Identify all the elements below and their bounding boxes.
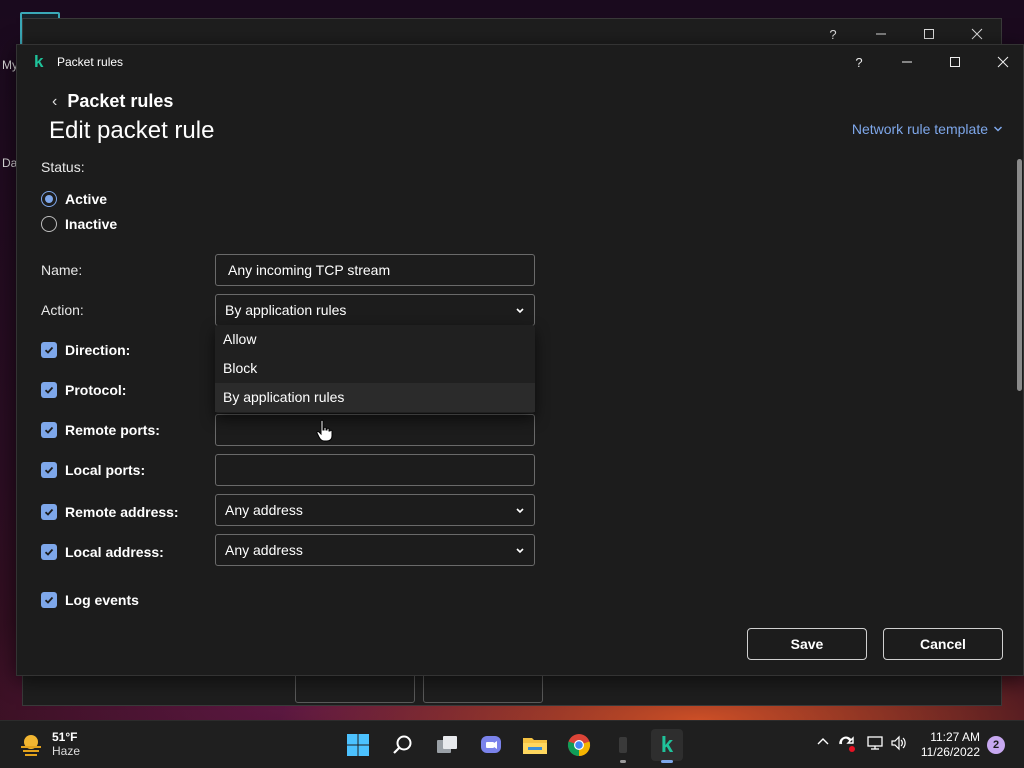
status-inactive-radio[interactable]: Inactive [41,216,117,232]
action-dropdown-menu: Allow Block By application rules [215,325,535,413]
parent-help-button[interactable]: ? [823,24,843,44]
local-address-checkbox[interactable]: Local address: [41,544,164,560]
protocol-checkbox[interactable]: Protocol: [41,382,126,398]
remote-ports-checkbox[interactable]: Remote ports: [41,422,160,438]
sync-icon[interactable] [837,735,857,756]
windows-start-icon[interactable] [342,729,374,761]
chevron-down-icon [516,508,524,514]
log-events-label: Log events [65,592,139,608]
name-label: Name: [41,262,83,278]
kaspersky-app-icon[interactable]: k [651,729,683,763]
save-button[interactable]: Save [747,628,867,660]
action-option-block[interactable]: Block [215,354,535,383]
running-indicator [620,760,626,763]
checkmark-icon [41,592,57,608]
taskbar: 51°F Haze k 11:27 AM 11/26/2022 2 [0,720,1024,768]
app-icon[interactable] [607,729,639,763]
chevron-down-icon [516,308,524,314]
radio-label-inactive: Inactive [65,216,118,232]
search-icon[interactable] [387,729,419,761]
local-address-select[interactable]: Any address [215,534,535,566]
local-ports-checkbox[interactable]: Local ports: [41,462,145,478]
cancel-button[interactable]: Cancel [883,628,1003,660]
breadcrumb-label: Packet rules [67,91,174,111]
status-active-radio[interactable]: Active [41,191,107,207]
template-link-label: Network rule template [851,121,988,137]
volume-icon[interactable] [890,735,908,754]
checkmark-icon [41,504,57,520]
vertical-scrollbar[interactable] [1017,159,1022,391]
chevron-up-icon[interactable] [816,735,830,752]
remote-address-select[interactable]: Any address [215,494,535,526]
dialog-titlebar: k Packet rules ? [17,45,1023,79]
action-select[interactable]: By application rules [215,294,535,326]
radio-unchecked-icon [41,216,57,232]
remote-address-label: Remote address: [65,504,179,520]
remote-address-value: Any address [225,502,303,518]
checkmark-icon [41,382,57,398]
clock-date: 11/26/2022 [920,745,980,759]
local-ports-label: Local ports: [65,462,146,478]
file-explorer-icon[interactable] [519,729,551,761]
action-option-by-application-rules[interactable]: By application rules [215,383,535,412]
maximize-icon[interactable] [941,51,969,73]
radio-label-active: Active [65,191,108,207]
remote-ports-input[interactable] [215,414,535,446]
action-label: Action: [41,302,84,318]
chrome-icon[interactable] [563,729,595,761]
clock-time: 11:27 AM [930,730,980,744]
close-icon[interactable] [989,51,1017,73]
window-title: Packet rules [57,55,124,69]
chevron-down-icon [516,548,524,554]
local-address-value: Any address [225,542,303,558]
local-address-label: Local address: [65,544,164,560]
task-view-icon[interactable] [431,729,463,761]
log-events-checkbox[interactable]: Log events [41,592,139,608]
clock[interactable]: 11:27 AM 11/26/2022 [921,730,980,760]
weather-temperature: 51°F [52,730,78,744]
direction-checkbox[interactable]: Direction: [41,342,130,358]
parent-minimize-icon[interactable] [871,24,891,44]
chevron-left-icon: ‹ [52,92,58,110]
network-icon[interactable] [866,735,884,754]
notification-badge[interactable]: 2 [987,736,1005,754]
breadcrumb-back-link[interactable]: ‹ Packet rules [52,91,173,112]
minimize-icon[interactable] [893,51,921,73]
weather-condition: Haze [52,744,81,758]
chevron-down-icon [993,126,1003,132]
network-rule-template-dropdown[interactable]: Network rule template [852,121,1003,137]
status-label: Status: [41,159,85,175]
action-select-value: By application rules [225,302,347,318]
active-app-indicator [661,760,673,763]
checkmark-icon [41,422,57,438]
name-input[interactable]: Any incoming TCP stream [215,254,535,286]
checkmark-icon [41,342,57,358]
haze-weather-icon [21,735,41,756]
action-option-allow[interactable]: Allow [215,325,535,354]
parent-close-icon[interactable] [967,24,987,44]
help-button[interactable]: ? [845,51,873,73]
protocol-label: Protocol: [65,382,127,398]
checkmark-icon [41,544,57,560]
remote-address-checkbox[interactable]: Remote address: [41,504,179,520]
page-title: Edit packet rule [49,117,215,144]
direction-label: Direction: [65,342,131,358]
teams-chat-icon[interactable] [475,729,507,761]
hand-cursor-icon [316,419,333,442]
parent-maximize-icon[interactable] [919,24,939,44]
radio-checked-icon [41,191,57,207]
checkmark-icon [41,462,57,478]
kaspersky-logo-icon: k [34,52,44,71]
local-ports-input[interactable] [215,454,535,486]
weather-widget[interactable]: 51°F Haze [18,730,80,758]
remote-ports-label: Remote ports: [65,422,160,438]
packet-rules-dialog: k Packet rules ? ‹ Packet rules Edit pac… [16,44,1024,676]
